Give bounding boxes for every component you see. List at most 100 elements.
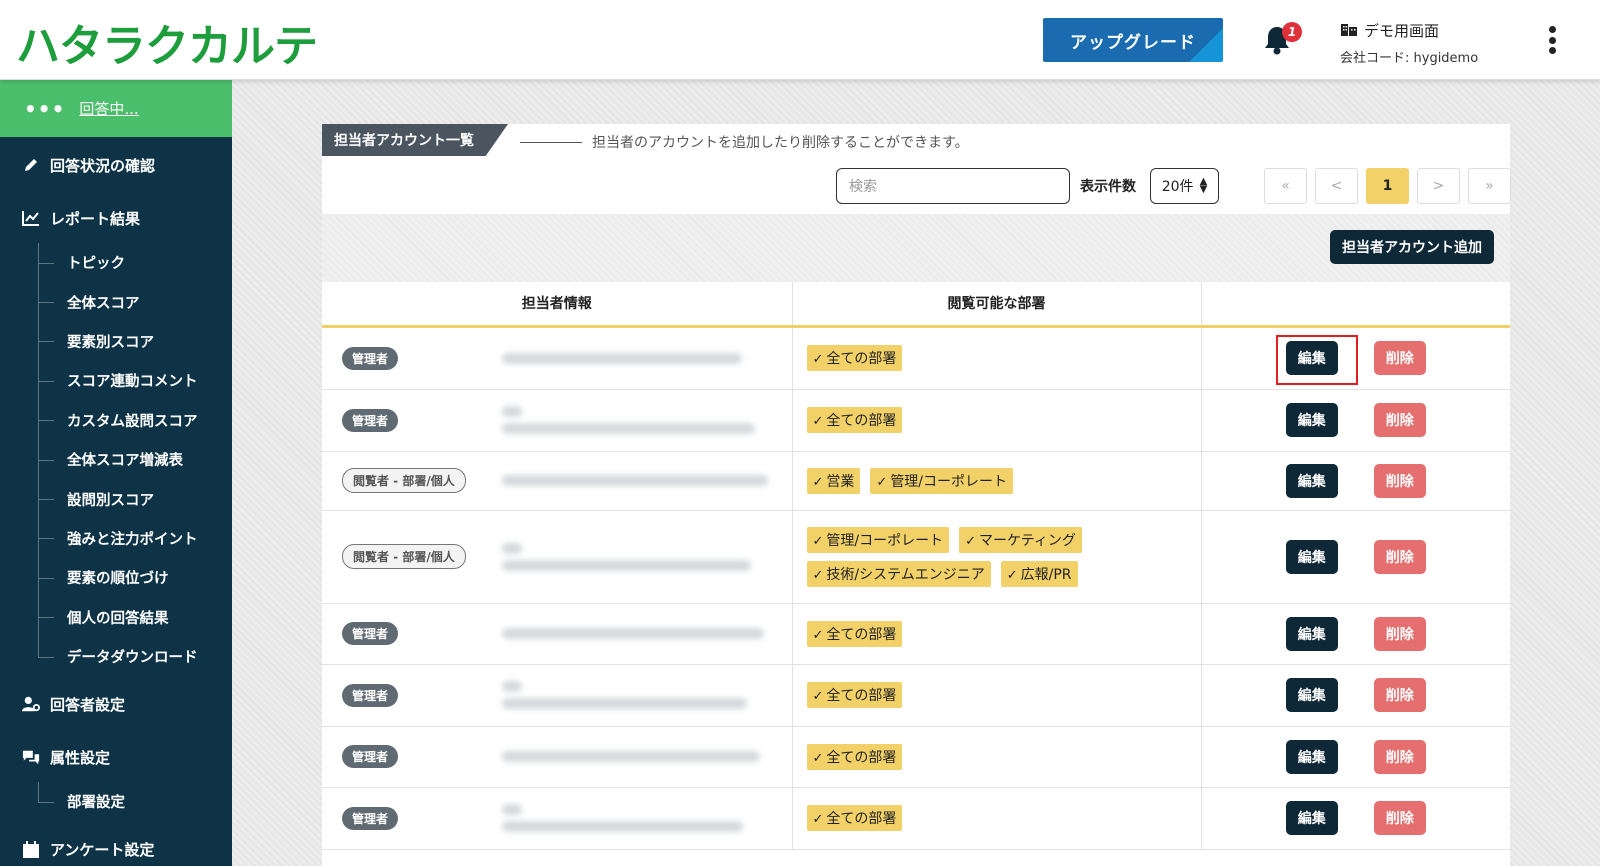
department-tag-label: 全ての部署 [826, 811, 897, 827]
redacted-account-info [501, 452, 782, 510]
redacted-account-info [501, 328, 782, 389]
pager-last-button[interactable]: » [1468, 168, 1511, 204]
department-tag: ✓ 広報/PR [1000, 560, 1078, 587]
sidebar-subitem[interactable]: トピック [0, 243, 232, 283]
pager-next-button[interactable]: > [1417, 168, 1460, 204]
cell-info: 管理者 [322, 726, 793, 788]
highlight-box [1276, 335, 1358, 385]
cell-departments: ✓ 全ての部署 [792, 726, 1202, 788]
sidebar-subitem[interactable]: カスタム設問スコア [0, 400, 232, 441]
redacted-account-info [501, 665, 782, 726]
redacted-account-info [501, 727, 782, 787]
role-badge: 閲覧者 - 部署/個人 [342, 468, 466, 493]
department-tag-label: 全ての部署 [826, 351, 897, 367]
edit-button[interactable]: 編集 [1285, 463, 1338, 498]
sidebar-item-report[interactable]: レポート結果 [0, 193, 232, 243]
pencil-icon [22, 156, 40, 174]
add-account-button[interactable]: 担当者アカウント追加 [1330, 230, 1494, 264]
search-input[interactable]: 検索 [836, 168, 1070, 204]
department-tag-label: マーケティング [979, 532, 1076, 549]
calendar-icon [22, 840, 40, 859]
department-tag-label: 管理/コーポレート [826, 532, 944, 549]
delete-button[interactable]: 削除 [1373, 678, 1426, 712]
check-icon: ✓ [965, 533, 977, 549]
edit-button[interactable]: 編集 [1285, 539, 1338, 574]
perpage-value: 20件 [1161, 179, 1194, 195]
department-tag: ✓ 全ての部署 [806, 345, 903, 371]
department-tag-label: 広報/PR [1020, 566, 1072, 583]
sidebar-subitem[interactable]: データダウンロード [0, 636, 232, 676]
check-icon: ✓ [812, 689, 824, 704]
app-header: ハタラクカルテ アップグレード 1 デモ用画面 会社コード: hygidemo [0, 0, 1600, 80]
table-row: 管理者 ✓ 全ての部署 編集 削除 [322, 389, 1510, 452]
edit-button[interactable]: 編集 [1285, 739, 1338, 774]
sidebar-subitem[interactable]: 要素の順位づけ [0, 558, 232, 598]
redacted-account-info [501, 390, 782, 451]
department-tag: ✓ 営業 [806, 467, 861, 494]
perpage-label: 表示件数 [1080, 179, 1136, 195]
cell-info: 閲覧者 - 部署/個人 [322, 451, 793, 511]
redacted-account-info [501, 604, 782, 664]
department-tag: ✓ 管理/コーポレート [806, 526, 950, 553]
user-gear-icon [22, 695, 40, 713]
department-tag-label: 全ての部署 [826, 413, 897, 429]
select-arrows-icon: ▲ ▼ [1199, 176, 1208, 195]
check-icon: ✓ [1006, 567, 1018, 583]
pager-page-button[interactable]: 1 [1366, 168, 1409, 204]
table-row: 閲覧者 - 部署/個人 ✓ 管理/コーポレート ✓ マーケティング ✓ 技術/システムエンジ… [322, 510, 1510, 604]
sidebar-subitem[interactable]: 要素別スコア [0, 321, 232, 362]
check-icon: ✓ [812, 533, 824, 549]
redacted-account-info [501, 511, 782, 603]
sidebar-item-answering[interactable]: ••• 回答中... [0, 80, 232, 137]
department-tag: ✓ 管理/コーポレート [870, 467, 1014, 494]
app-logo[interactable]: ハタラクカルテ [16, 10, 318, 74]
upgrade-button[interactable]: アップグレード [1043, 18, 1223, 62]
edit-button[interactable]: 編集 [1285, 801, 1338, 835]
sidebar-subitem[interactable]: スコア連動コメント [0, 361, 232, 401]
department-tag: ✓ 全ての部署 [806, 407, 903, 433]
delete-button[interactable]: 削除 [1373, 539, 1426, 574]
edit-button[interactable]: 編集 [1285, 616, 1338, 651]
sidebar-item-survey[interactable]: アンケート設定 [0, 822, 232, 866]
company-code: 会社コード: hygidemo [1340, 51, 1479, 66]
pager-first-button[interactable]: « [1264, 168, 1307, 204]
ellipsis-icon: ••• [24, 96, 66, 121]
perpage-select[interactable]: 20件 ▲ ▼ [1150, 168, 1219, 204]
check-icon: ✓ [812, 750, 824, 766]
sidebar-item-respondent[interactable]: 回答者設定 [0, 676, 232, 732]
more-menu-icon[interactable] [1544, 24, 1560, 56]
department-tag: ✓ 技術/システムエンジニア [806, 560, 991, 587]
sidebar-subitem[interactable]: 部署設定 [0, 782, 232, 821]
table-toolbar: 担当者アカウント追加 [322, 214, 1510, 282]
table-row: 閲覧者 - 部署/個人 ✓ 営業 ✓ 管理/コーポレート 編集 削除 [322, 451, 1510, 511]
department-tag-label: 管理/コーポレート [890, 473, 1008, 490]
sidebar-subitem[interactable]: 個人の回答結果 [0, 597, 232, 638]
sidebar-item-attribute[interactable]: 属性設定 [0, 732, 232, 782]
cell-actions: 編集 削除 [1201, 451, 1510, 511]
delete-button[interactable]: 削除 [1373, 341, 1426, 375]
table-row: 管理者 ✓ 全ての部署 編集 削除 [322, 726, 1510, 788]
role-badge: 管理者 [342, 622, 399, 645]
sidebar-item-status[interactable]: 回答状況の確認 [0, 137, 232, 193]
sidebar-subitem[interactable]: 設問別スコア [0, 479, 232, 520]
department-tag: ✓ 全ての部署 [806, 743, 903, 770]
cell-actions: 編集 削除 [1201, 510, 1510, 604]
edit-button[interactable]: 編集 [1285, 678, 1338, 712]
delete-button[interactable]: 削除 [1373, 739, 1426, 774]
delete-button[interactable]: 削除 [1373, 616, 1426, 651]
role-badge: 管理者 [342, 745, 399, 768]
check-icon: ✓ [812, 352, 824, 367]
delete-button[interactable]: 削除 [1373, 463, 1426, 498]
company-name: デモ用画面 [1364, 22, 1440, 40]
sidebar-subitem[interactable]: 強みと注力ポイント [0, 518, 232, 559]
delete-button[interactable]: 削除 [1373, 403, 1426, 437]
delete-button[interactable]: 削除 [1373, 801, 1426, 835]
edit-button[interactable]: 編集 [1285, 403, 1338, 437]
sidebar-item-label: アンケート設定 [50, 841, 155, 860]
sidebar-item-label: 回答者設定 [50, 695, 126, 714]
sidebar-subitem[interactable]: 全体スコア増減表 [0, 439, 232, 480]
pager-prev-button[interactable]: < [1315, 168, 1358, 204]
sidebar-subitem[interactable]: 全体スコア [0, 282, 232, 323]
account-list-card: 担当者アカウント一覧 担当者のアカウントを追加したり削除することができます。 検… [322, 124, 1511, 866]
card-title: 担当者アカウント一覧 [322, 124, 508, 156]
